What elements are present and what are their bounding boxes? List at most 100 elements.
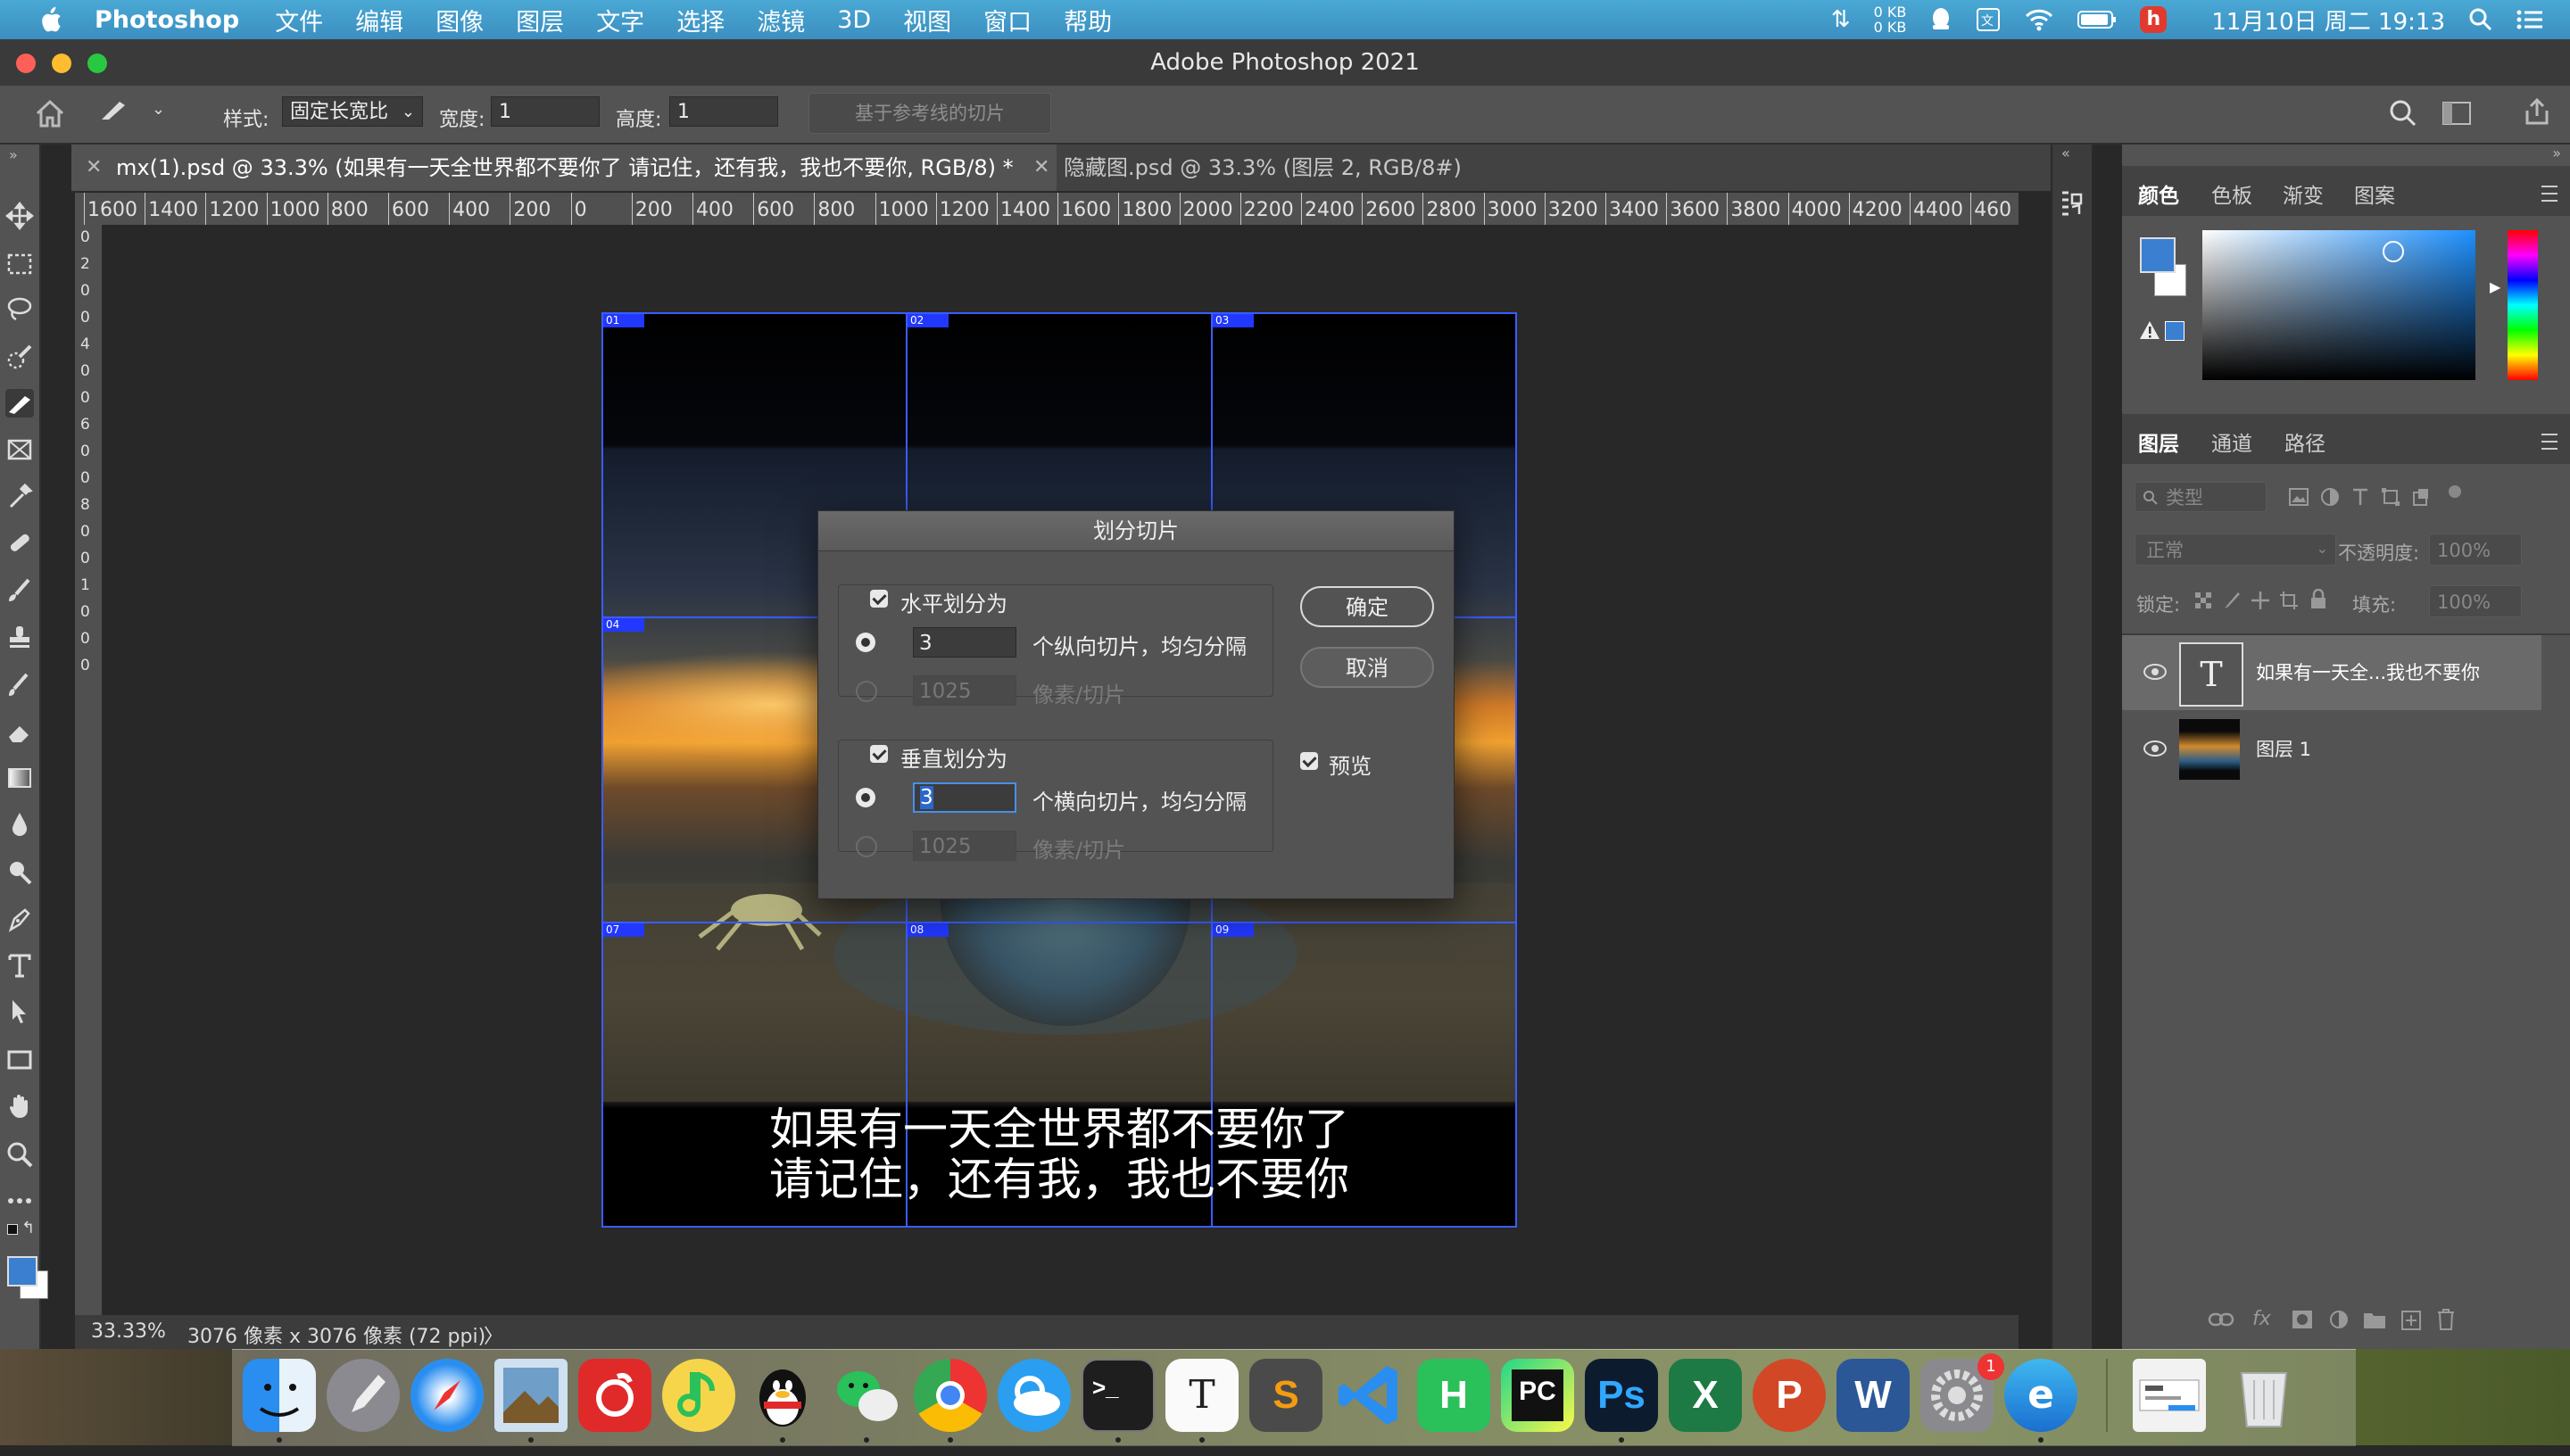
vertical-count-radio[interactable]: [856, 788, 875, 807]
menu-select[interactable]: 选择: [676, 3, 725, 37]
wifi-icon[interactable]: [2024, 8, 2054, 31]
qq-music-icon[interactable]: [662, 1359, 735, 1432]
filter-smart-objects-icon[interactable]: [2411, 487, 2431, 507]
lasso-tool-icon[interactable]: [5, 294, 34, 323]
launchpad-rocket-icon[interactable]: [327, 1359, 400, 1432]
menu-3d[interactable]: 3D: [837, 6, 871, 34]
hbuilder-icon[interactable]: H: [1417, 1359, 1490, 1432]
slice-tag-08[interactable]: 08: [908, 923, 949, 937]
filter-toggle-icon[interactable]: [2449, 485, 2461, 498]
wechat-icon[interactable]: [830, 1359, 903, 1432]
menu-app-name[interactable]: Photoshop: [95, 6, 239, 34]
finder-icon[interactable]: [243, 1359, 316, 1432]
width-field[interactable]: 1: [491, 96, 600, 127]
new-layer-icon[interactable]: [2400, 1310, 2422, 1331]
slice-tag-03[interactable]: 03: [1213, 314, 1254, 327]
layer-row-image[interactable]: 图层 1: [2122, 712, 2541, 787]
tool-preset-picker[interactable]: ⌄: [96, 96, 177, 128]
path-selection-tool-icon[interactable]: [5, 997, 34, 1026]
dodge-tool-icon[interactable]: [5, 858, 34, 887]
menu-edit[interactable]: 编辑: [355, 3, 403, 37]
edge-browser-icon[interactable]: e: [2004, 1359, 2077, 1432]
fill-field[interactable]: 100%: [2429, 585, 2522, 617]
new-group-folder-icon[interactable]: [2363, 1310, 2386, 1329]
layer-row-text[interactable]: T 如果有一天全...我也不要你: [2122, 635, 2541, 710]
zoom-level[interactable]: 33.33%: [91, 1320, 166, 1343]
netease-music-icon[interactable]: [578, 1359, 651, 1432]
photoshop-icon[interactable]: Ps: [1585, 1359, 1658, 1432]
typora-icon[interactable]: T: [1165, 1359, 1239, 1432]
move-tool-icon[interactable]: [4, 201, 35, 231]
tab-color[interactable]: 颜色: [2138, 178, 2179, 209]
color-field[interactable]: [2202, 230, 2475, 380]
trash-icon[interactable]: [2227, 1359, 2301, 1432]
panel-foreground-swatch[interactable]: [2140, 237, 2176, 273]
slices-from-guides-button[interactable]: 基于参考线的切片: [808, 93, 1051, 134]
screenshot-thumbnail-icon[interactable]: [2133, 1359, 2206, 1432]
layer-name[interactable]: 如果有一天全...我也不要你: [2256, 658, 2480, 685]
menu-file[interactable]: 文件: [275, 3, 323, 37]
lock-artboard-icon[interactable]: [2279, 591, 2299, 610]
gamut-swatch[interactable]: [2165, 321, 2184, 341]
layer-name[interactable]: 图层 1: [2256, 735, 2311, 762]
more-tools-icon[interactable]: [5, 1187, 34, 1215]
lock-image-pixels-icon[interactable]: [2222, 591, 2242, 610]
chrome-icon[interactable]: [914, 1359, 987, 1432]
add-mask-icon[interactable]: [2292, 1310, 2313, 1329]
qq-tray-icon[interactable]: [1929, 7, 1952, 32]
hand-tool-icon[interactable]: [5, 1092, 34, 1121]
out-of-gamut-warning-icon[interactable]: [2138, 319, 2161, 341]
layer-styles-fx-icon[interactable]: fx: [2252, 1308, 2271, 1330]
menu-view[interactable]: 视图: [903, 3, 951, 37]
horizontal-pixels-radio[interactable]: [856, 681, 877, 702]
qq-penguin-icon[interactable]: [746, 1359, 819, 1432]
tab-mx-psd[interactable]: ✕ mx(1).psd @ 33.3% (如果有一天全世界都不要你了 请记住，还…: [71, 145, 1057, 191]
layer-filter-select[interactable]: 类型: [2135, 482, 2267, 512]
powerpoint-icon[interactable]: P: [1753, 1359, 1826, 1432]
lock-all-icon[interactable]: [2309, 589, 2327, 610]
tab-patterns[interactable]: 图案: [2354, 178, 2395, 209]
tab-paths[interactable]: 路径: [2284, 426, 2325, 457]
tab-gradients[interactable]: 渐变: [2283, 178, 2324, 209]
lock-position-icon[interactable]: [2251, 591, 2270, 610]
document-info[interactable]: 3076 像素 x 3076 像素 (72 ppi): [187, 1320, 485, 1349]
clone-stamp-tool-icon[interactable]: [5, 623, 34, 651]
sublime-text-icon[interactable]: S: [1249, 1359, 1322, 1432]
lock-transparent-pixels-icon[interactable]: [2193, 591, 2213, 610]
preview-photos-icon[interactable]: [494, 1359, 568, 1432]
close-tab-icon[interactable]: ✕: [1033, 145, 1049, 191]
panel-menu-icon[interactable]: [2541, 434, 2558, 450]
eraser-tool-icon[interactable]: [5, 717, 34, 746]
properties-panel-icon[interactable]: [2060, 189, 2086, 219]
share-icon[interactable]: [2522, 96, 2552, 127]
excel-icon[interactable]: X: [1669, 1359, 1742, 1432]
tab-channels[interactable]: 通道: [2211, 426, 2252, 457]
tab-swatches[interactable]: 色板: [2211, 178, 2252, 209]
expand-panel-icon[interactable]: »: [9, 146, 18, 163]
menu-layer[interactable]: 图层: [516, 3, 564, 37]
opacity-field[interactable]: 100%: [2429, 534, 2522, 566]
marquee-tool-icon[interactable]: [5, 250, 34, 278]
horizontal-count-radio[interactable]: [856, 633, 875, 652]
spotlight-search-icon[interactable]: [2468, 7, 2493, 32]
menubar-datetime[interactable]: 11月10日 周二 19:13: [2211, 4, 2445, 37]
vertical-count-input[interactable]: 3: [913, 782, 1016, 813]
vertical-ruler[interactable]: 0 2 0 0 4 0 0 6 0 0 8 0 0 1 0 0 0: [75, 225, 103, 1315]
cancel-button[interactable]: 取消: [1300, 647, 1434, 688]
quick-select-tool-icon[interactable]: [5, 343, 34, 371]
tab-hidden-psd[interactable]: ✕ 隐藏图.psd @ 33.3% (图层 2, RGB/8#): [1019, 145, 1462, 191]
slice-tool-icon[interactable]: [5, 389, 34, 418]
pen-tool-icon[interactable]: [5, 905, 34, 933]
collapse-panel-icon[interactable]: «: [2061, 145, 2070, 161]
horizontal-divide-checkbox[interactable]: [870, 590, 888, 608]
slice-tag-01[interactable]: 01: [603, 314, 644, 327]
history-brush-tool-icon[interactable]: [5, 671, 34, 699]
gradient-tool-icon[interactable]: [5, 764, 34, 792]
search-icon[interactable]: [2388, 98, 2418, 128]
visibility-eye-icon[interactable]: [2143, 664, 2167, 680]
battery-icon[interactable]: [2077, 10, 2117, 29]
workspace-layout-icon[interactable]: [2442, 100, 2472, 127]
terminal-icon[interactable]: >_: [1082, 1359, 1155, 1432]
style-select[interactable]: 固定长宽比 ⌄: [282, 96, 423, 127]
filter-type-layers-icon[interactable]: [2350, 487, 2370, 507]
